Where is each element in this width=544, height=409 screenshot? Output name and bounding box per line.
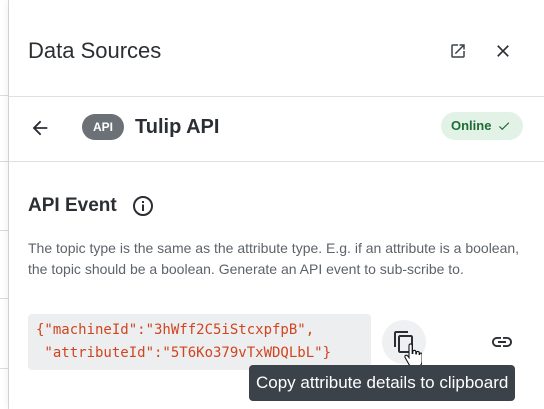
info-button[interactable] <box>131 194 155 218</box>
back-button[interactable] <box>25 113 55 143</box>
background-divider <box>0 161 8 162</box>
status-label: Online <box>451 118 492 133</box>
api-event-code: {"machineId":"3hWff2C5iStcxpfpB", "attri… <box>28 314 371 370</box>
panel-title: Data Sources <box>28 38 162 63</box>
section-description: The topic type is the same as the attrib… <box>28 240 520 277</box>
panel-header: Data Sources <box>9 8 544 97</box>
section-title: API Event <box>28 195 117 216</box>
checkmark-icon <box>499 122 510 131</box>
source-name: Tulip API <box>135 116 220 138</box>
copy-link-button[interactable] <box>487 327 517 357</box>
api-type-badge: API <box>82 114 124 140</box>
background-divider <box>0 95 8 96</box>
link-icon <box>492 337 512 347</box>
code-line: {"machineId":"3hWff2C5iStcxpfpB", <box>36 322 315 338</box>
open-in-new-button[interactable] <box>443 36 473 66</box>
open-in-new-icon <box>451 44 465 58</box>
status-badge: Online <box>441 112 524 140</box>
info-icon <box>133 196 153 216</box>
app-viewport: Data Sources API Tulip API Online API Ev… <box>0 0 544 409</box>
background-divider <box>0 298 8 299</box>
background-divider <box>0 230 8 231</box>
background-app-edge <box>0 0 9 409</box>
background-divider <box>0 368 8 369</box>
close-button[interactable] <box>488 36 518 66</box>
copy-tooltip: Copy attribute details to clipboard <box>249 365 516 401</box>
arrow-back-icon <box>32 120 48 136</box>
code-line: "attributeId":"5T6Ko379vTxWDQLbL"} <box>36 345 332 361</box>
data-sources-panel: Data Sources API Tulip API Online API Ev… <box>9 0 544 409</box>
source-row: API Tulip API Online <box>9 97 544 162</box>
close-icon <box>497 45 509 57</box>
